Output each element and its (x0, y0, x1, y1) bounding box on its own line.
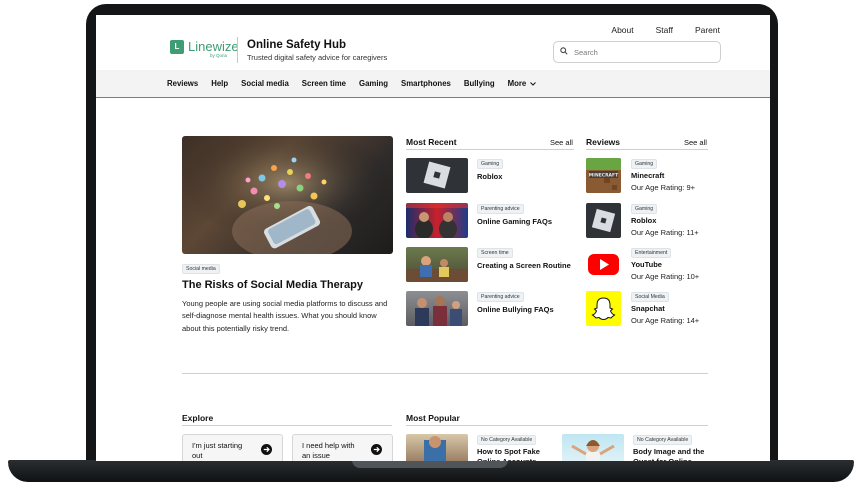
recent-item-tag[interactable]: Parenting advice (477, 292, 524, 302)
review-age-rating: Our Age Rating: 10+ (631, 272, 700, 281)
chevron-down-icon (530, 81, 537, 86)
laptop-notch (352, 460, 508, 468)
nav-item-social-media[interactable]: Social media (241, 79, 289, 88)
reviews-rule (586, 149, 708, 150)
search-box[interactable] (553, 41, 721, 63)
just-starting-button[interactable]: I'm just starting out (182, 434, 283, 461)
parent-link[interactable]: Parent (695, 25, 720, 35)
site-subtitle: Trusted digital safety advice for caregi… (247, 53, 388, 62)
nav-item-help[interactable]: Help (211, 79, 228, 88)
body-image-thumbnail[interactable] (562, 434, 624, 461)
most-popular-heading: Most Popular (406, 413, 460, 423)
review-item-title[interactable]: Minecraft (631, 171, 664, 180)
youtube-thumbnail[interactable] (586, 247, 621, 282)
most-popular-rule (406, 425, 708, 426)
logo-subtext: by Qoria (210, 53, 228, 58)
recent-item-title[interactable]: Online Bullying FAQs (477, 305, 554, 314)
svg-text:MINECRAFT: MINECRAFT (589, 173, 619, 179)
phone-social-icons-image (182, 136, 393, 254)
girl-photo-icon (571, 440, 615, 461)
search-input[interactable] (572, 44, 716, 61)
need-help-button[interactable]: I need help with an issue (292, 434, 393, 461)
main-nav: Reviews Help Social media Screen time Ga… (96, 70, 770, 98)
arrow-right-circle-icon (261, 444, 272, 455)
popular-item-tag[interactable]: No Category Available (633, 435, 693, 445)
feature-title[interactable]: The Risks of Social Media Therapy (182, 279, 363, 291)
snapchat-logo-icon (591, 297, 616, 321)
most-recent-heading: Most Recent (406, 137, 457, 147)
nav-item-gaming[interactable]: Gaming (359, 79, 388, 88)
nav-item-smartphones[interactable]: Smartphones (401, 79, 451, 88)
review-item-tag[interactable]: Social Media (631, 292, 669, 302)
nav-more-label: More (507, 79, 527, 88)
feature-article-image[interactable] (182, 136, 393, 254)
nav-item-reviews[interactable]: Reviews (167, 79, 198, 88)
review-age-rating: Our Age Rating: 11+ (631, 228, 699, 237)
teens-thumbnail[interactable] (406, 291, 468, 326)
family-couch-photo-icon (406, 256, 468, 282)
review-item-tag[interactable]: Gaming (631, 159, 658, 169)
feature-tag[interactable]: Social media (182, 264, 220, 274)
most-recent-rule (406, 149, 574, 150)
review-age-rating: Our Age Rating: 14+ (631, 316, 700, 325)
review-age-rating: Our Age Rating: 9+ (631, 183, 695, 192)
staff-link[interactable]: Staff (656, 25, 673, 35)
search-icon (560, 47, 568, 55)
review-item-title[interactable]: Roblox (631, 216, 656, 225)
teens-photo-icon (415, 296, 462, 326)
about-link[interactable]: About (611, 25, 633, 35)
roblox-logo-icon (591, 208, 616, 233)
roblox-thumbnail[interactable] (406, 158, 468, 193)
reviews-see-all-link[interactable]: See all (684, 138, 707, 147)
need-help-label: I need help with an issue (302, 441, 355, 460)
recent-item-tag[interactable]: Screen time (477, 248, 513, 258)
logo-divider (237, 37, 238, 63)
site-title[interactable]: Online Safety Hub (247, 39, 346, 51)
snapchat-thumbnail[interactable] (586, 291, 621, 326)
roblox-review-thumbnail[interactable] (586, 203, 621, 238)
popular-item-tag[interactable]: No Category Available (477, 435, 537, 445)
just-starting-label: I'm just starting out (192, 441, 243, 460)
recent-item-tag[interactable]: Parenting advice (477, 204, 524, 214)
top-links: About Staff Parent (611, 25, 720, 35)
linewize-logo-icon[interactable]: L (170, 40, 184, 54)
arrow-right-circle-icon (371, 444, 382, 455)
popular-item-title[interactable]: How to Spot Fake Online Accounts (477, 447, 549, 461)
family-thumbnail[interactable] (406, 247, 468, 282)
explore-heading: Explore (182, 413, 214, 423)
nav-item-bullying[interactable]: Bullying (464, 79, 495, 88)
roblox-logo-icon (423, 161, 451, 189)
minecraft-thumbnail[interactable]: MINECRAFT (586, 158, 621, 193)
nav-item-screen-time[interactable]: Screen time (302, 79, 346, 88)
recent-item-tag[interactable]: Gaming (477, 159, 504, 169)
person-photo-icon (424, 436, 446, 461)
review-item-tag[interactable]: Entertainment (631, 248, 672, 258)
section-divider (182, 373, 708, 374)
fake-accounts-thumbnail[interactable] (406, 434, 468, 461)
reviews-heading: Reviews (586, 137, 621, 147)
gamers-thumbnail[interactable] (406, 203, 468, 238)
gamers-photo-icon (406, 203, 468, 238)
browser-screen: About Staff Parent L Linewize by Qoria O… (96, 15, 770, 461)
recent-item-title[interactable]: Roblox (477, 172, 502, 181)
recent-item-title[interactable]: Creating a Screen Routine (477, 261, 571, 270)
review-item-title[interactable]: Snapchat (631, 304, 665, 313)
popular-item-title[interactable]: Body Image and the Quest for Online (633, 447, 709, 461)
nav-more-dropdown[interactable]: More (508, 79, 537, 88)
review-item-title[interactable]: YouTube (631, 260, 662, 269)
feature-description: Young people are using social media plat… (182, 299, 388, 333)
logo-text[interactable]: Linewize (188, 39, 239, 54)
most-recent-see-all-link[interactable]: See all (550, 138, 573, 147)
explore-rule (182, 425, 392, 426)
youtube-logo-icon (588, 254, 619, 275)
review-item-tag[interactable]: Gaming (631, 204, 658, 214)
recent-item-title[interactable]: Online Gaming FAQs (477, 217, 552, 226)
minecraft-logo-icon: MINECRAFT (586, 158, 621, 193)
